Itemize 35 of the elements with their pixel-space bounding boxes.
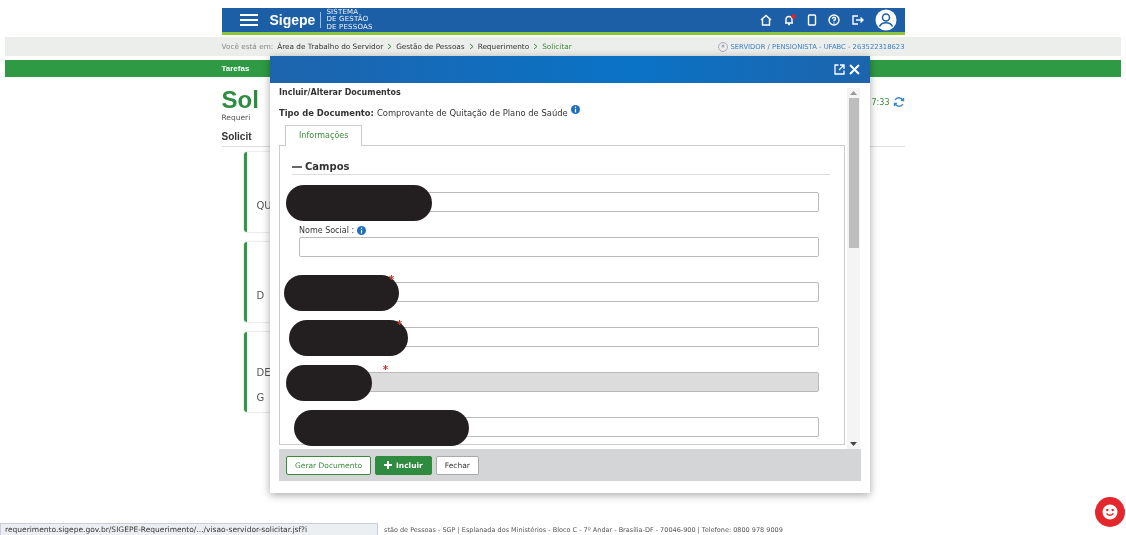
chevron-icon: [533, 43, 539, 50]
card-text: G: [256, 392, 265, 403]
external-link-icon[interactable]: [834, 64, 845, 75]
phone-icon[interactable]: [806, 14, 817, 26]
user-badge-icon: [717, 41, 728, 52]
menu-icon[interactable]: [239, 14, 258, 26]
field-label: Tipo de Documento:: [279, 108, 374, 118]
card-text: DE: [256, 367, 271, 378]
card-text: D: [256, 289, 265, 301]
tab[interactable]: Informações: [285, 125, 363, 146]
close-icon[interactable]: [849, 64, 860, 75]
dialog-heading: Incluir/Alterar Documentos: [279, 88, 402, 97]
refresh-icon[interactable]: [892, 96, 905, 108]
info-icon: [570, 105, 580, 114]
input-field[interactable]: [299, 237, 819, 257]
scroll-down-icon: [850, 442, 857, 446]
tasks-label[interactable]: Tarefas: [221, 64, 250, 73]
logo-text[interactable]: Sigepe: [269, 12, 316, 28]
section-toggle[interactable]: Campos: [292, 161, 830, 175]
chevron-icon: [468, 43, 474, 50]
help-icon[interactable]: [827, 14, 840, 26]
document-type: Comprovante de Quitação de Plano de Saúde: [376, 108, 568, 118]
time-text: 7:33: [871, 97, 890, 107]
logout-icon[interactable]: [850, 14, 864, 26]
scroll-up-icon: [850, 91, 857, 95]
chat-icon[interactable]: [1095, 497, 1125, 527]
scrollbar[interactable]: [847, 88, 860, 449]
page-title: Sol: [221, 87, 259, 113]
chevron-icon: [387, 43, 393, 50]
scroll-thumb[interactable]: [848, 98, 859, 248]
avatar-icon[interactable]: [874, 9, 897, 31]
home-icon[interactable]: [759, 14, 772, 26]
plus-icon: [384, 461, 393, 469]
bell-icon[interactable]: [782, 14, 796, 26]
field-label: Nome Social :: [299, 226, 355, 235]
